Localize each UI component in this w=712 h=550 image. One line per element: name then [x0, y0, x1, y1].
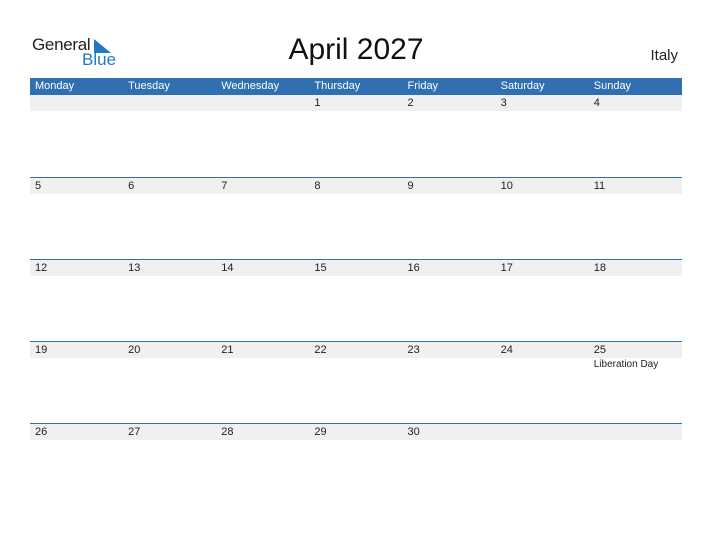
day-event: [403, 358, 496, 370]
weekday-sunday: Sunday: [593, 80, 632, 92]
day-number: 25: [593, 344, 606, 356]
day-event: [309, 276, 402, 277]
week-row: 26 27 28 29 30: [30, 423, 682, 505]
day-event: [216, 111, 309, 112]
weekday-wednesday: Wednesday: [221, 80, 280, 92]
day-number: 19: [35, 344, 48, 356]
day-event: Liberation Day: [593, 359, 659, 370]
day-number: 5: [35, 180, 42, 192]
weekday-monday: Monday: [35, 80, 75, 92]
day-event: [403, 440, 496, 441]
day-number: 23: [407, 344, 420, 356]
day-number: 10: [500, 180, 513, 192]
day-event: [30, 358, 123, 370]
weekday-friday: Friday: [407, 80, 439, 92]
day-event: [496, 440, 589, 441]
day-number: 2: [407, 97, 414, 109]
day-event: [309, 358, 402, 370]
day-event: [30, 440, 123, 441]
day-event: [589, 276, 682, 277]
day-number: 22: [314, 344, 327, 356]
weekday-saturday: Saturday: [500, 80, 545, 92]
day-number: 26: [35, 426, 48, 438]
week-row: 1 2 3 4: [30, 95, 682, 177]
day-event: [30, 111, 123, 112]
day-number: 15: [314, 262, 327, 274]
day-event: [496, 276, 589, 277]
day-number: 11: [593, 180, 606, 192]
weekday-header: Monday Tuesday Wednesday Thursday Friday…: [30, 78, 682, 95]
day-number: 9: [407, 180, 414, 192]
day-number: 12: [35, 262, 48, 274]
day-event: [589, 111, 682, 112]
day-event: [403, 194, 496, 195]
day-event: [123, 194, 216, 195]
day-event: [216, 276, 309, 277]
country-label: Italy: [650, 47, 678, 64]
day-event: [309, 440, 402, 441]
day-number: 8: [314, 180, 321, 192]
day-event: [309, 111, 402, 112]
day-event: [589, 194, 682, 195]
weekday-tuesday: Tuesday: [128, 80, 170, 92]
week-row: 5 6 7 8 9 10 11: [30, 177, 682, 259]
day-number: 30: [407, 426, 420, 438]
day-number: 13: [128, 262, 141, 274]
day-event: [216, 194, 309, 195]
day-event: [123, 111, 216, 112]
week-row: 12 13 14 15 16 17 18: [30, 259, 682, 341]
day-event: [496, 194, 589, 195]
day-event: [216, 358, 309, 370]
day-number: 21: [221, 344, 234, 356]
page-title: April 2027: [288, 33, 424, 66]
day-number: [496, 424, 589, 440]
day-event: [30, 276, 123, 277]
day-number: [216, 95, 309, 111]
day-event: [30, 194, 123, 195]
week-row: 19 20 21 22 23 24 25 Liberation Day: [30, 341, 682, 423]
day-event: [589, 440, 682, 441]
day-event: [403, 276, 496, 277]
day-number: 20: [128, 344, 141, 356]
day-number: 18: [593, 262, 606, 274]
day-number: 27: [128, 426, 141, 438]
day-number: 6: [128, 180, 135, 192]
day-number: [123, 95, 216, 111]
day-event: [403, 111, 496, 112]
day-number: [589, 424, 682, 440]
day-event: [216, 440, 309, 441]
day-event: [496, 111, 589, 112]
calendar-grid: Monday Tuesday Wednesday Thursday Friday…: [30, 78, 682, 505]
day-number: 4: [593, 97, 600, 109]
day-number: 24: [500, 344, 513, 356]
day-number: 16: [407, 262, 420, 274]
day-number: 1: [314, 97, 321, 109]
day-number: 7: [221, 180, 228, 192]
day-number: 17: [500, 262, 513, 274]
day-event: [309, 194, 402, 195]
day-event: [496, 358, 589, 370]
day-number: 3: [500, 97, 507, 109]
day-number: 14: [221, 262, 234, 274]
weekday-thursday: Thursday: [314, 80, 361, 92]
day-number: [30, 95, 123, 111]
day-event: [123, 358, 216, 370]
day-event: [123, 276, 216, 277]
day-number: 29: [314, 426, 327, 438]
day-event: [123, 440, 216, 441]
day-number: 28: [221, 426, 234, 438]
